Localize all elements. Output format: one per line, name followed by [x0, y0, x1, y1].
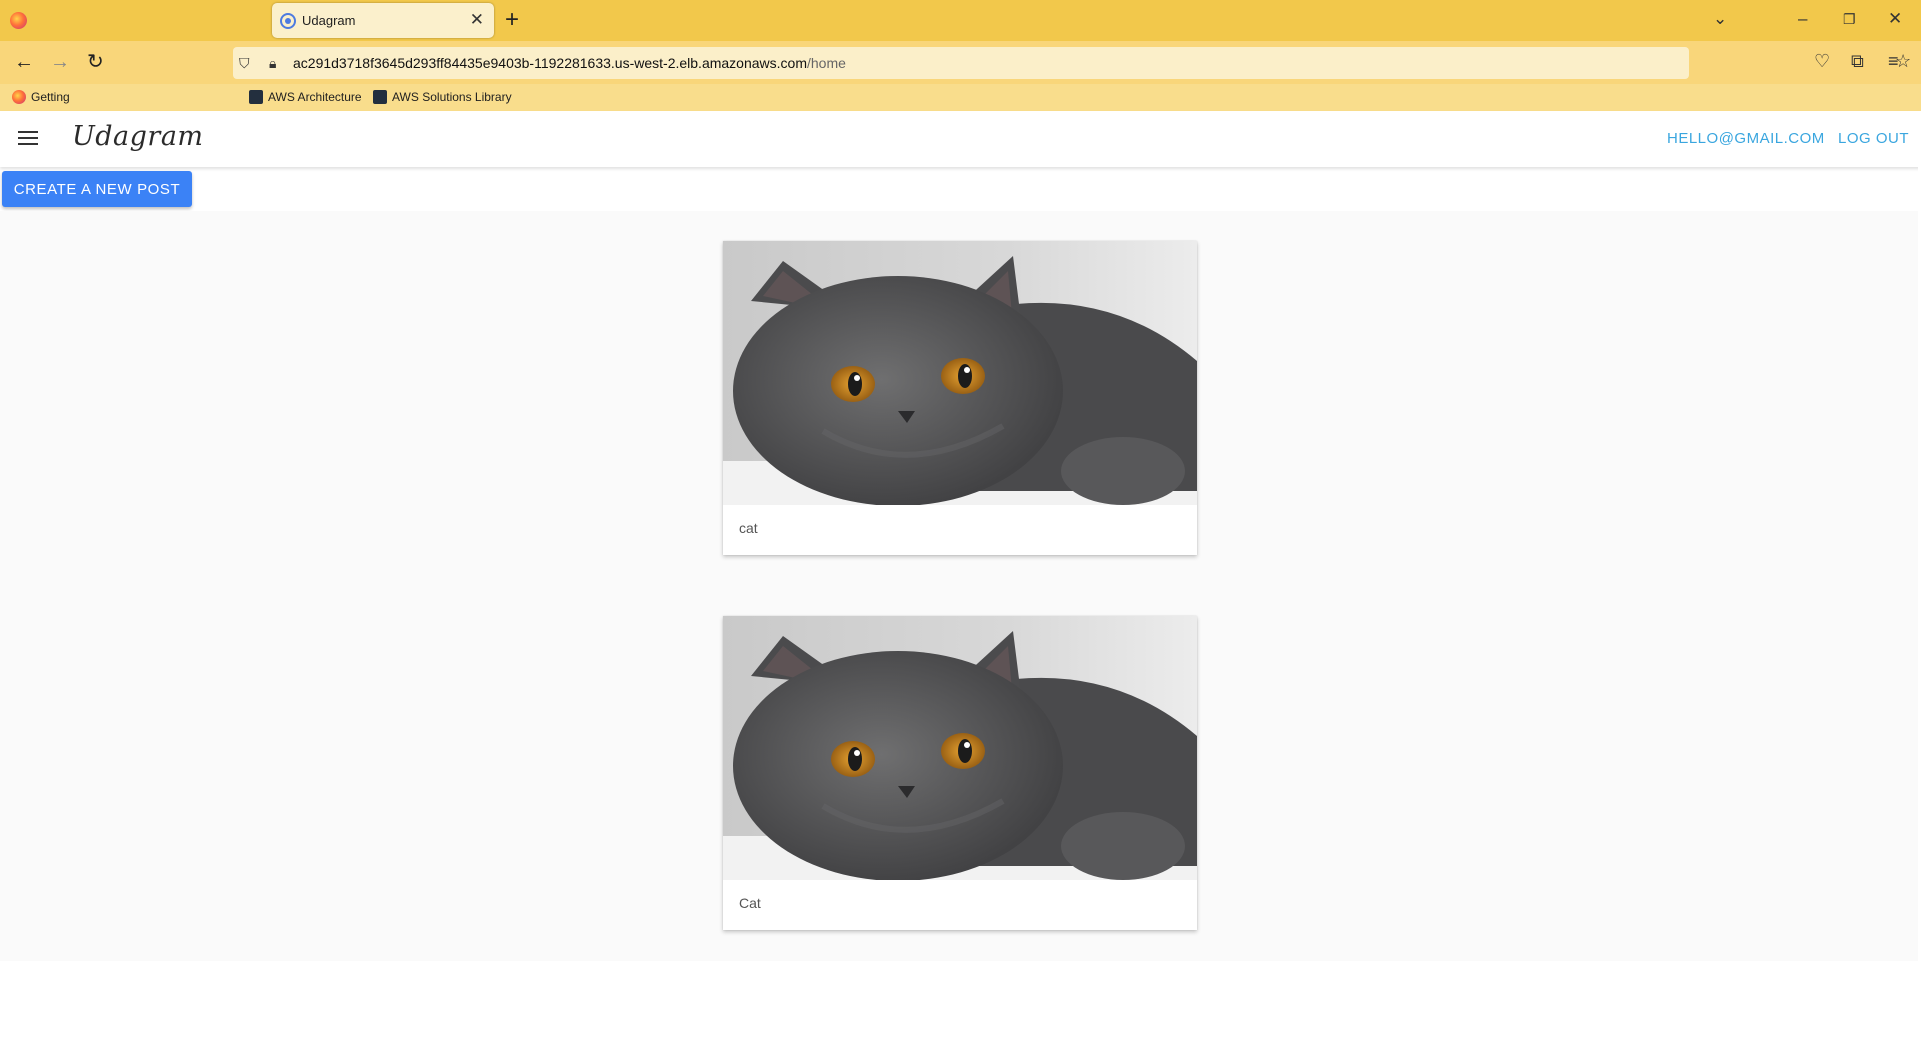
browser-tab[interactable]: Udagram ✕	[272, 3, 494, 38]
browser-tab-bar: Udagram ✕ + ⌄ – ❐ ✕	[0, 0, 1921, 41]
logout-button[interactable]: LOG OUT	[1838, 130, 1909, 147]
back-icon[interactable]: ←	[14, 49, 34, 75]
close-tab-icon[interactable]: ✕	[470, 10, 484, 30]
address-bar[interactable]: ⛉ 🔒︎ ac291d3718f3645d293ff84435e9403b-11…	[233, 47, 1911, 79]
hamburger-menu-icon[interactable]	[18, 131, 38, 145]
forward-icon[interactable]: →	[50, 49, 70, 75]
window-close-icon[interactable]: ✕	[1888, 8, 1902, 30]
bookmark-aws-architecture[interactable]: AWS Architecture	[249, 90, 362, 104]
pocket-icon[interactable]: ♡	[1814, 51, 1830, 72]
aws-icon	[373, 90, 387, 104]
post-card: cat	[723, 241, 1197, 555]
bookmark-label: AWS Solutions Library	[392, 90, 512, 104]
menu-icon[interactable]: ≡	[1888, 51, 1899, 72]
feed: cat Cat	[0, 211, 1921, 961]
minimize-icon[interactable]: –	[1798, 8, 1807, 30]
bookmark-aws-solutions-library[interactable]: AWS Solutions Library	[373, 90, 512, 104]
cat-photo	[723, 616, 1197, 880]
bookmark-label: Getting	[31, 90, 70, 104]
url-host: ac291d3718f3645d293ff84435e9403b-1192281…	[293, 55, 807, 71]
post-caption: cat	[739, 520, 758, 536]
app-header: Udagram HELLO@GMAIL.COM LOG OUT	[0, 111, 1921, 167]
aws-icon	[249, 90, 263, 104]
reload-icon[interactable]: ↻	[87, 49, 104, 75]
list-tabs-icon[interactable]: ⌄	[1713, 8, 1727, 30]
url-text: ac291d3718f3645d293ff84435e9403b-1192281…	[293, 55, 846, 71]
extensions-icon[interactable]: ⧉	[1851, 51, 1864, 72]
bookmarks-bar: Getting AWS Architecture AWS Solutions L…	[0, 84, 1921, 111]
create-post-button[interactable]: CREATE A NEW POST	[2, 171, 192, 207]
tab-favicon-icon	[280, 13, 296, 29]
firefox-icon	[12, 90, 26, 104]
new-tab-icon[interactable]: +	[505, 8, 519, 32]
brand-logo[interactable]: Udagram	[72, 121, 204, 152]
bookmark-label: AWS Architecture	[268, 90, 362, 104]
cat-photo	[723, 241, 1197, 505]
tab-title: Udagram	[302, 13, 356, 28]
restore-icon[interactable]: ❐	[1843, 8, 1856, 30]
user-email-link[interactable]: HELLO@GMAIL.COM	[1667, 130, 1825, 147]
firefox-icon[interactable]	[10, 12, 27, 29]
tracking-shield-icon[interactable]: ⛉	[239, 55, 250, 72]
url-path: /home	[807, 55, 846, 71]
lock-icon[interactable]: 🔒︎	[269, 55, 276, 72]
post-card: Cat	[723, 616, 1197, 930]
bookmark-getting[interactable]: Getting	[12, 90, 70, 104]
post-caption: Cat	[739, 895, 761, 911]
